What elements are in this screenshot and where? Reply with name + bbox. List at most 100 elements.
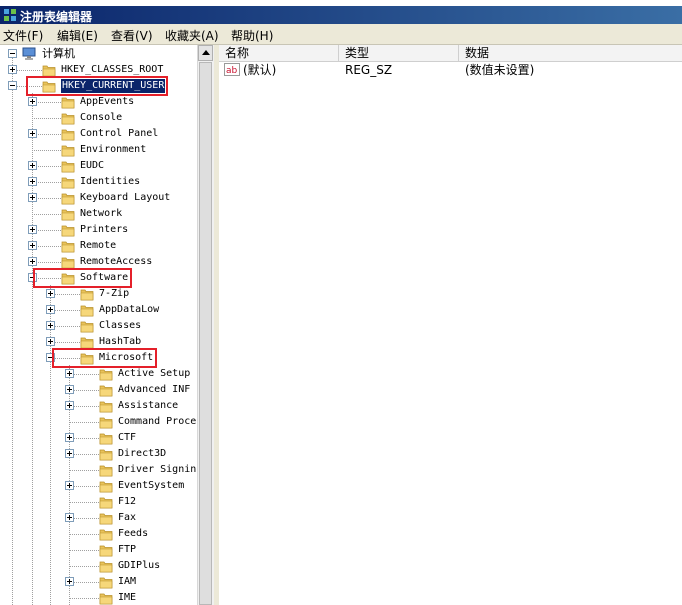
expand-toggle[interactable]: [65, 369, 74, 378]
highlight-box: [52, 348, 157, 368]
tree-connector: [69, 534, 99, 536]
expand-toggle[interactable]: [28, 241, 37, 250]
regedit-app-icon: [4, 9, 16, 21]
tree-node-label[interactable]: Environment: [80, 143, 146, 157]
expand-toggle[interactable]: [65, 401, 74, 410]
tree-node-label[interactable]: RemoteAccess: [80, 255, 152, 269]
expand-toggle[interactable]: [65, 433, 74, 442]
list-item[interactable]: ab (默认) REG_SZ (数值未设置): [219, 62, 682, 78]
folder-icon: [99, 369, 113, 381]
tree-node-label[interactable]: Direct3D: [118, 447, 166, 461]
expand-toggle[interactable]: [65, 449, 74, 458]
tree-node-label[interactable]: Remote: [80, 239, 116, 253]
tree-node-label[interactable]: Network: [80, 207, 122, 221]
expand-toggle[interactable]: [46, 289, 55, 298]
tree-node-label[interactable]: 7-Zip: [99, 287, 129, 301]
expand-toggle[interactable]: [28, 225, 37, 234]
tree-node-label[interactable]: EventSystem: [118, 479, 184, 493]
expand-toggle[interactable]: [28, 193, 37, 202]
tree-connector: [32, 214, 61, 216]
tree-connector: [69, 422, 99, 424]
menu-favorites[interactable]: 收藏夹(A): [165, 27, 219, 44]
expand-toggle[interactable]: [46, 305, 55, 314]
scroll-thumb[interactable]: [199, 62, 212, 605]
column-name-header[interactable]: 名称: [219, 45, 339, 61]
tree-node-label[interactable]: Driver Signin: [118, 463, 196, 477]
folder-icon: [42, 65, 56, 77]
highlight-box: [33, 268, 132, 288]
expand-toggle[interactable]: [65, 385, 74, 394]
tree-node-label[interactable]: Command Proce: [118, 415, 196, 429]
collapse-root-toggle[interactable]: [8, 49, 17, 58]
arrow-up-icon: [202, 50, 210, 55]
tree-node-label[interactable]: AppDataLow: [99, 303, 159, 317]
menu-help[interactable]: 帮助(H): [231, 27, 273, 44]
expand-toggle[interactable]: [28, 129, 37, 138]
tree-connector: [69, 470, 99, 472]
folder-icon: [61, 113, 75, 125]
expand-toggle[interactable]: [8, 65, 17, 74]
expand-toggle[interactable]: [28, 177, 37, 186]
folder-icon: [99, 465, 113, 477]
tree-node-label[interactable]: F12: [118, 495, 136, 509]
tree-node-label[interactable]: Printers: [80, 223, 128, 237]
value-data: (数值未设置): [465, 63, 535, 77]
folder-icon: [61, 193, 75, 205]
folder-icon: [99, 529, 113, 541]
column-data-header[interactable]: 数据: [459, 45, 682, 61]
tree-node-label[interactable]: Fax: [118, 511, 136, 525]
tree-node-label[interactable]: EUDC: [80, 159, 104, 173]
tree-node-label[interactable]: FTP: [118, 543, 136, 557]
tree-connector: [32, 150, 61, 152]
value-type: REG_SZ: [345, 63, 393, 77]
tree-root-label[interactable]: 计算机: [42, 47, 75, 61]
tree-node-label[interactable]: HKEY_CLASSES_ROOT: [61, 63, 163, 77]
tree-node-label[interactable]: GDIPlus: [118, 559, 160, 573]
scroll-up-button[interactable]: [198, 45, 213, 61]
folder-icon: [99, 593, 113, 605]
menu-edit[interactable]: 编辑(E): [57, 27, 98, 44]
folder-icon: [61, 257, 75, 269]
expand-toggle[interactable]: [65, 513, 74, 522]
tree-node-label[interactable]: Advanced INF: [118, 383, 190, 397]
folder-icon: [99, 401, 113, 413]
folder-icon: [99, 513, 113, 525]
registry-tree: 计算机 HKEY_CLASSES_ROOT HKEY_CURRENT_USER App…: [0, 45, 197, 605]
tree-node-label[interactable]: IME: [118, 591, 136, 605]
tree-node-label[interactable]: Active Setup: [118, 367, 190, 381]
svg-text:ab: ab: [226, 66, 238, 76]
expand-toggle[interactable]: [65, 481, 74, 490]
tree-vertical-scrollbar[interactable]: [197, 45, 214, 605]
title-bar[interactable]: 注册表编辑器: [0, 6, 682, 24]
tree-node-label[interactable]: CTF: [118, 431, 136, 445]
values-list: 名称 类型 数据 ab (默认) REG_SZ (数值未设置): [219, 45, 682, 605]
column-type-header[interactable]: 类型: [339, 45, 459, 61]
folder-icon: [99, 561, 113, 573]
menu-view[interactable]: 查看(V): [111, 27, 153, 44]
tree-node-label[interactable]: Assistance: [118, 399, 178, 413]
tree-node-label[interactable]: Console: [80, 111, 122, 125]
tree-node-label[interactable]: AppEvents: [80, 95, 134, 109]
expand-toggle[interactable]: [28, 97, 37, 106]
folder-icon: [99, 385, 113, 397]
tree-connector: [69, 598, 99, 600]
folder-icon: [99, 577, 113, 589]
tree-node-label[interactable]: Keyboard Layout: [80, 191, 170, 205]
collapse-toggle[interactable]: [8, 81, 17, 90]
list-header: 名称 类型 数据: [219, 45, 682, 62]
folder-icon: [80, 321, 94, 333]
folder-icon: [99, 481, 113, 493]
expand-toggle[interactable]: [65, 577, 74, 586]
tree-node-label[interactable]: Classes: [99, 319, 141, 333]
tree-node-label[interactable]: HashTab: [99, 335, 141, 349]
tree-node-label[interactable]: Identities: [80, 175, 140, 189]
tree-node-label[interactable]: Control Panel: [80, 127, 158, 141]
tree-node-label[interactable]: Feeds: [118, 527, 148, 541]
expand-toggle[interactable]: [28, 161, 37, 170]
expand-toggle[interactable]: [28, 257, 37, 266]
menu-file[interactable]: 文件(F): [3, 27, 43, 44]
tree-node-label[interactable]: IAM: [118, 575, 136, 589]
expand-toggle[interactable]: [46, 321, 55, 330]
expand-toggle[interactable]: [46, 337, 55, 346]
folder-icon: [61, 145, 75, 157]
